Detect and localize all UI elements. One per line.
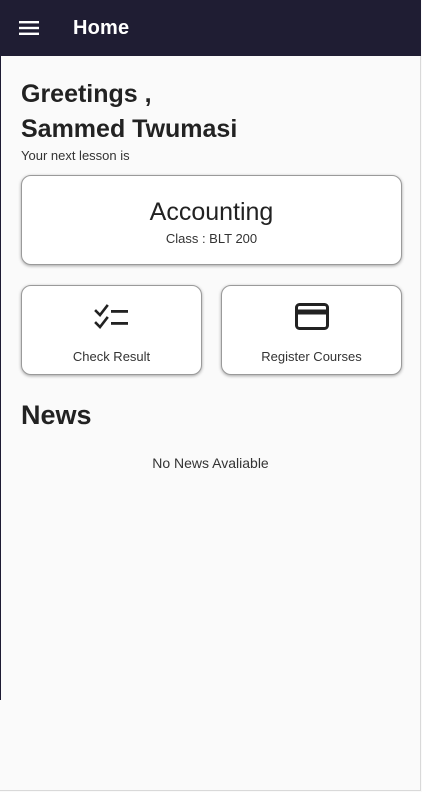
app-bar: Home bbox=[0, 0, 421, 56]
check-result-button[interactable]: Check Result bbox=[21, 285, 202, 375]
menu-button[interactable] bbox=[14, 14, 44, 42]
news-heading: News bbox=[21, 400, 92, 430]
news-empty-message: No News Avaliable bbox=[152, 455, 269, 471]
checklist-icon bbox=[93, 304, 128, 329]
page-title: Home bbox=[73, 17, 130, 39]
user-name: Sammed Twumasi bbox=[21, 115, 238, 143]
window-edge bbox=[0, 0, 1, 700]
menu-icon bbox=[19, 21, 39, 35]
register-courses-label: Register Courses bbox=[261, 349, 362, 364]
lesson-class-label: Class : BLT 200 bbox=[165, 231, 258, 246]
register-courses-button[interactable]: Register Courses bbox=[221, 285, 402, 375]
next-lesson-caption: Your next lesson is bbox=[21, 148, 130, 163]
next-lesson-card[interactable]: Accounting Class : BLT 200 bbox=[21, 175, 402, 265]
app-screen: Home Greetings , Sammed Twumasi Your nex… bbox=[0, 0, 421, 791]
credit-card-icon bbox=[294, 303, 329, 330]
check-result-label: Check Result bbox=[72, 349, 151, 364]
greeting-text: Greetings , bbox=[21, 80, 152, 108]
lesson-course-name: Accounting bbox=[149, 198, 274, 226]
